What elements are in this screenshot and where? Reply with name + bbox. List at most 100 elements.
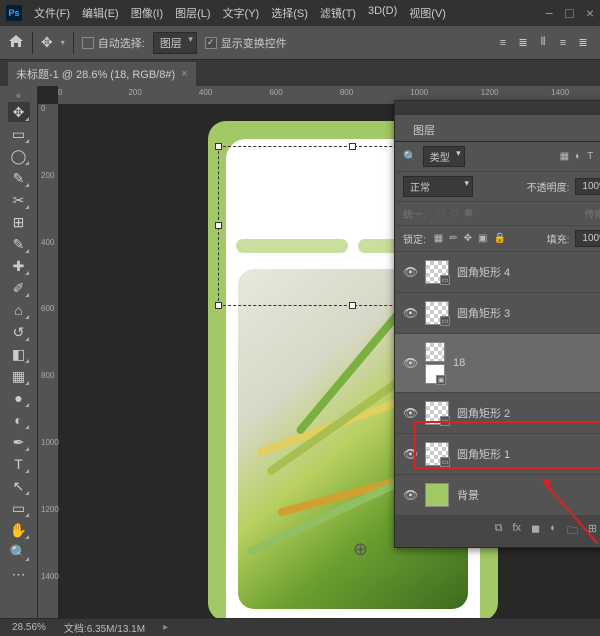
- healing-tool[interactable]: ✚: [8, 256, 30, 276]
- document-tab[interactable]: 未标题-1 @ 28.6% (18, RGB/8#) ×: [8, 62, 196, 86]
- lock-pixel-icon[interactable]: ✏: [449, 233, 457, 244]
- layer-list: 👁 ▭ 圆角矩形 4 👁 ▭ 圆角矩形 3 👁 ▣ 18: [395, 252, 600, 516]
- visibility-icon[interactable]: 👁: [403, 447, 417, 461]
- tab-close-icon[interactable]: ×: [181, 68, 187, 80]
- home-icon[interactable]: [8, 34, 24, 51]
- window-controls: − □ ×: [545, 5, 594, 21]
- filter-pixel-icon[interactable]: ▦: [560, 151, 569, 162]
- blur-tool[interactable]: ●: [8, 388, 30, 408]
- visibility-icon[interactable]: 👁: [403, 406, 417, 420]
- align-icon[interactable]: ≣: [574, 35, 592, 51]
- filter-type-icon[interactable]: T: [587, 151, 593, 162]
- auto-select-label: 自动选择:: [98, 35, 145, 51]
- menu-edit[interactable]: 编辑(E): [78, 3, 123, 23]
- layer-mask-icon[interactable]: ◼: [531, 522, 540, 541]
- edit-toolbar[interactable]: ⋯: [8, 564, 30, 584]
- stamp-tool[interactable]: ⌂: [8, 300, 30, 320]
- frame-tool[interactable]: ⊞: [8, 212, 30, 232]
- layers-footer: ⧉ fx ◼ ◐ 🗀 ⊞ 🗑: [395, 516, 600, 547]
- visibility-icon[interactable]: 👁: [403, 306, 417, 320]
- opacity-input[interactable]: 100%: [575, 178, 600, 195]
- layer-name[interactable]: 圆角矩形 2: [457, 405, 510, 421]
- lock-trans-icon[interactable]: ▦: [434, 233, 443, 244]
- pen-tool[interactable]: ✒: [8, 432, 30, 452]
- new-layer-icon[interactable]: ⊞: [588, 522, 597, 541]
- menu-bar: 文件(F) 编辑(E) 图像(I) 图层(L) 文字(Y) 选择(S) 滤镜(T…: [30, 3, 450, 23]
- align-icon[interactable]: ≡: [494, 35, 512, 51]
- status-bar: 28.56% 文档:6.35M/13.1M ▸: [0, 618, 600, 636]
- layer-name[interactable]: 背景: [457, 487, 479, 503]
- group-icon[interactable]: 🗀: [567, 522, 578, 541]
- layer-item[interactable]: 👁 ▭ 圆角矩形 3: [395, 293, 600, 334]
- lock-pos-icon[interactable]: ✥: [464, 233, 472, 244]
- path-select-tool[interactable]: ↖: [8, 476, 30, 496]
- menu-layer[interactable]: 图层(L): [171, 3, 214, 23]
- layer-item[interactable]: 👁 ▭ 圆角矩形 4: [395, 252, 600, 293]
- quick-select-tool[interactable]: ✎: [8, 168, 30, 188]
- blend-mode-dropdown[interactable]: 正常: [403, 176, 473, 197]
- show-transform-label: 显示变换控件: [221, 35, 287, 51]
- gradient-tool[interactable]: ▦: [8, 366, 30, 386]
- lock-artboard-icon[interactable]: ▣: [478, 233, 487, 244]
- canvas[interactable]: 0 200 400 600 800 1000 1200 1400 0 200 4…: [38, 86, 600, 618]
- lock-all-icon[interactable]: 🔒: [493, 233, 505, 244]
- minimize-button[interactable]: −: [545, 5, 553, 21]
- show-transform-checkbox[interactable]: ✓ 显示变换控件: [205, 35, 287, 51]
- fill-input[interactable]: 100%: [575, 230, 600, 247]
- doc-info[interactable]: 文档:6.35M/13.1M: [64, 620, 145, 635]
- layer-item-selected[interactable]: 👁 ▣ 18: [395, 334, 600, 393]
- lasso-tool[interactable]: ◯: [8, 146, 30, 166]
- visibility-icon[interactable]: 👁: [403, 265, 417, 279]
- menu-view[interactable]: 视图(V): [405, 3, 450, 23]
- marquee-tool[interactable]: ▭: [8, 124, 30, 144]
- filter-adjust-icon[interactable]: ◐: [575, 151, 581, 162]
- crop-tool[interactable]: ✂: [8, 190, 30, 210]
- maximize-button[interactable]: □: [565, 5, 573, 21]
- type-tool[interactable]: T: [8, 454, 30, 474]
- layer-item[interactable]: 👁 ▭ 圆角矩形 2: [395, 393, 600, 434]
- opacity-label: 不透明度:: [527, 179, 570, 194]
- adjustment-layer-icon[interactable]: ◐: [550, 522, 557, 541]
- layer-item-background[interactable]: 👁 背景 🔒: [395, 475, 600, 516]
- layer-name[interactable]: 圆角矩形 1: [457, 446, 510, 462]
- eyedropper-tool[interactable]: ✎: [8, 234, 30, 254]
- menu-filter[interactable]: 滤镜(T): [316, 3, 360, 23]
- link-layers-icon[interactable]: ⧉: [495, 522, 503, 541]
- align-icon[interactable]: ≣: [514, 35, 532, 51]
- dodge-tool[interactable]: ◐: [8, 410, 30, 430]
- menu-type[interactable]: 文字(Y): [219, 3, 264, 23]
- layer-item[interactable]: 👁 ▭ 圆角矩形 1: [395, 434, 600, 475]
- auto-select-target[interactable]: 图层: [153, 32, 197, 54]
- hand-tool[interactable]: ✋: [8, 520, 30, 540]
- toolbox: « ✥ ▭ ◯ ✎ ✂ ⊞ ✎ ✚ ✐ ⌂ ↺ ◧ ▦ ● ◐ ✒ T ↖ ▭ …: [0, 86, 38, 618]
- align-controls: ≡ ≣ ⫴ ≡ ≣: [494, 35, 592, 51]
- visibility-icon[interactable]: 👁: [403, 488, 417, 502]
- layer-name[interactable]: 圆角矩形 3: [457, 305, 510, 321]
- filter-type-dropdown[interactable]: 类型: [423, 146, 465, 167]
- zoom-tool[interactable]: 🔍: [8, 542, 30, 562]
- visibility-icon[interactable]: 👁: [403, 356, 417, 370]
- zoom-level[interactable]: 28.56%: [12, 622, 46, 633]
- auto-select-checkbox[interactable]: 自动选择:: [82, 35, 145, 51]
- layer-name[interactable]: 圆角矩形 4: [457, 264, 510, 280]
- layer-style-icon[interactable]: fx: [512, 522, 521, 541]
- layers-panel: ◂◂× 图层≡ 🔍 类型 ▦ ◐ T ◻ ▣ 正常 不透明度: 100% 统一:: [394, 100, 600, 548]
- menu-3d[interactable]: 3D(D): [364, 3, 401, 23]
- menu-image[interactable]: 图像(I): [127, 3, 167, 23]
- titlebar: Ps 文件(F) 编辑(E) 图像(I) 图层(L) 文字(Y) 选择(S) 滤…: [0, 0, 600, 26]
- menu-select[interactable]: 选择(S): [267, 3, 312, 23]
- close-button[interactable]: ×: [586, 5, 594, 21]
- layer-name[interactable]: 18: [453, 357, 465, 369]
- align-icon[interactable]: ≡: [554, 35, 572, 51]
- layers-tab[interactable]: 图层: [405, 119, 443, 141]
- move-tool[interactable]: ✥: [8, 102, 30, 122]
- shape-tool[interactable]: ▭: [8, 498, 30, 518]
- options-bar: ✥ ▾ 自动选择: 图层 ✓ 显示变换控件 ≡ ≣ ⫴ ≡ ≣: [0, 26, 600, 60]
- eraser-tool[interactable]: ◧: [8, 344, 30, 364]
- brush-tool[interactable]: ✐: [8, 278, 30, 298]
- history-brush-tool[interactable]: ↺: [8, 322, 30, 342]
- menu-file[interactable]: 文件(F): [30, 3, 74, 23]
- align-icon[interactable]: ⫴: [534, 35, 552, 51]
- move-tool-icon[interactable]: ✥: [41, 34, 53, 51]
- status-chevron-icon[interactable]: ▸: [163, 622, 168, 633]
